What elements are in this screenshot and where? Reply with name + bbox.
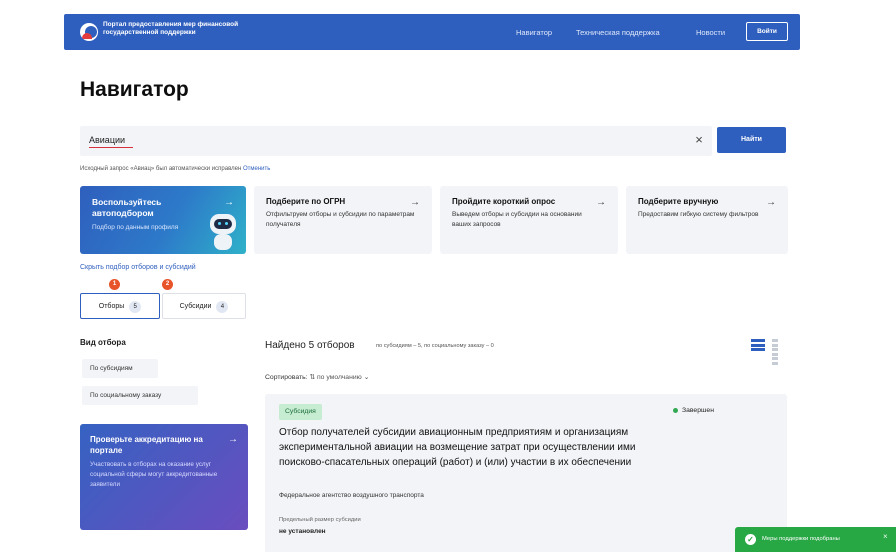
category-tag: Субсидия (279, 404, 322, 420)
sort-dropdown[interactable]: ⇅ по умолчанию ⌄ (309, 374, 369, 381)
check-icon: ✓ (745, 534, 756, 545)
grid-view-icon[interactable] (772, 339, 785, 365)
arrow-right-icon: → (766, 197, 776, 208)
accreditation-promo[interactable]: Проверьте аккредитацию на портале Участв… (80, 424, 248, 530)
spellcheck-underline (89, 147, 133, 148)
list-view-icon[interactable] (751, 339, 765, 351)
card-title: Воспользуйтесь автоподбором (92, 197, 162, 218)
arrow-right-icon: → (410, 197, 420, 208)
filter-chip-subsidies[interactable]: По субсидиям (82, 359, 158, 378)
sort-control[interactable]: Сортировать: ⇅ по умолчанию ⌄ (265, 373, 369, 381)
brand-name[interactable]: Портал предоставления мер финансовой гос… (103, 21, 283, 37)
nav-navigator[interactable]: Навигатор (516, 28, 552, 37)
autocorrect-hint: Исходный запрос «Авиац» был автоматическ… (80, 166, 270, 172)
results-breakdown: по субсидиям – 5, по социальному заказу … (376, 343, 494, 349)
card-text: Отфильтруем отборы и субсидии по парамет… (266, 211, 415, 228)
card-text: Подбор по данным профиля (92, 224, 179, 231)
toast-text: Меры поддержки подобраны (762, 536, 840, 542)
brand-line-2: государственной поддержки (103, 29, 196, 36)
result-title[interactable]: Отбор получателей субсидии авиационным п… (279, 425, 669, 470)
card-text: Выведем отборы и субсидии на основании в… (452, 211, 582, 228)
sort-label: Сортировать: (265, 374, 308, 381)
arrow-right-icon: → (224, 197, 234, 208)
status-badge: Завершен (673, 407, 714, 414)
card-autoselect[interactable]: Воспользуйтесь автоподбором Подбор по да… (80, 186, 246, 254)
tab-selections[interactable]: Отборы 5 (80, 293, 160, 319)
brand-line-1: Портал предоставления мер финансовой (103, 21, 239, 28)
tab-subsidies[interactable]: Субсидии 4 (162, 293, 246, 319)
card-manual[interactable]: Подберите вручную Предоставим гибкую сис… (626, 186, 788, 254)
step-badge-1: 1 (109, 279, 120, 290)
tab-count: 5 (129, 301, 142, 313)
promo-title: Проверьте аккредитацию на портале (90, 435, 203, 455)
filter-chip-social-order[interactable]: По социальному заказу (82, 386, 198, 405)
portal-logo-icon[interactable] (80, 23, 98, 41)
card-survey[interactable]: Пройдите короткий опрос Выведем отборы и… (440, 186, 618, 254)
card-title: Подберите вручную (638, 197, 719, 206)
arrow-right-icon: → (596, 197, 606, 208)
filter-title: Вид отбора (80, 338, 126, 347)
clear-search-icon[interactable]: × (693, 133, 705, 147)
search-input[interactable]: Авиации (89, 135, 125, 145)
search-button[interactable]: Найти (717, 127, 786, 153)
step-badge-2: 2 (162, 279, 173, 290)
success-toast: ✓ Меры поддержки подобраны × (735, 527, 896, 552)
autocorrect-text: Исходный запрос «Авиац» был автоматическ… (80, 166, 242, 172)
status-text: Завершен (682, 407, 714, 414)
nav-news[interactable]: Новости (696, 28, 725, 37)
status-dot-icon (673, 407, 678, 413)
nav-support[interactable]: Техническая поддержка (576, 28, 660, 37)
search-box: Авиации (80, 126, 712, 156)
card-title: Подберите по ОГРН (266, 197, 346, 206)
tab-count: 4 (216, 301, 229, 313)
card-title: Пройдите короткий опрос (452, 197, 556, 206)
arrow-right-icon: → (228, 434, 238, 445)
autocorrect-cancel-link[interactable]: Отменить (243, 166, 270, 172)
hide-selection-link[interactable]: Скрыть подбор отборов и субсидий (80, 264, 196, 271)
robot-icon (204, 210, 242, 252)
tab-label: Отборы (98, 303, 125, 310)
card-ogrn[interactable]: Подберите по ОГРН Отфильтруем отборы и с… (254, 186, 432, 254)
results-count: Найдено 5 отборов (265, 340, 355, 351)
promo-text: Участвовать в отборах на оказание услуг … (90, 461, 218, 488)
card-text: Предоставим гибкую систему фильтров (638, 211, 759, 218)
page-title: Навигатор (80, 78, 189, 101)
max-subsidy-value: не установлен (279, 528, 326, 535)
max-subsidy-label: Предельный размер субсидии (279, 517, 361, 523)
tab-label: Субсидии (179, 303, 212, 310)
result-agency: Федеральное агентство воздушного транспо… (279, 492, 424, 499)
header: Портал предоставления мер финансовой гос… (0, 0, 896, 60)
close-icon[interactable]: × (883, 532, 888, 541)
login-button[interactable]: Войти (746, 22, 788, 41)
result-card[interactable]: Субсидия Завершен Отбор получателей субс… (265, 394, 787, 552)
